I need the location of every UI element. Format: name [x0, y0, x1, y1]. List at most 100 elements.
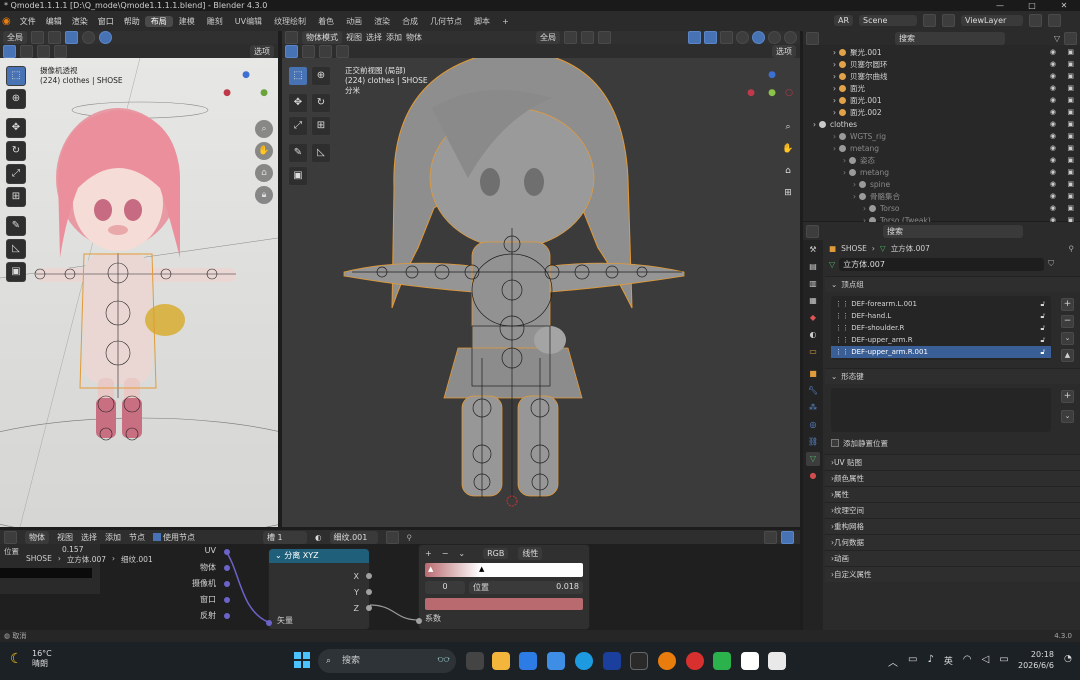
viewport-menu-select[interactable]: 选择: [366, 32, 382, 43]
main-3d-viewport[interactable]: 正交前视图 (局部) (224) clothes | SHOSE 分米 ⬚ ⊕ ✥…: [282, 58, 800, 527]
workspace-tab-modeling[interactable]: 建模: [173, 16, 201, 27]
lock-icon[interactable]: 🔓︎: [1040, 310, 1045, 322]
left-rotate-tool-icon[interactable]: ↻: [6, 141, 26, 161]
shading-solid-icon[interactable]: [752, 31, 765, 44]
color-ramp-gradient[interactable]: ▲ ▲: [425, 563, 583, 577]
lock-icon[interactable]: 🔓︎: [1040, 298, 1045, 310]
left-pivot-icon[interactable]: [31, 31, 44, 44]
photos-icon[interactable]: [547, 652, 565, 670]
visibility-eye-icon[interactable]: ◉: [1050, 48, 1056, 56]
collapse-arrow-icon[interactable]: ⌄: [831, 372, 837, 381]
modifier-tab-icon[interactable]: 🔧︎: [806, 384, 820, 398]
store-icon[interactable]: [519, 652, 537, 670]
render-camera-icon[interactable]: ▣: [1067, 108, 1074, 116]
outliner-editor-icon[interactable]: [806, 31, 819, 45]
pan-view-icon[interactable]: ✋: [779, 140, 797, 158]
vertex-group-item[interactable]: ⋮⋮ DEF-upper_arm.R 🔓︎: [831, 334, 1051, 346]
left-select-extend-icon[interactable]: [20, 44, 33, 58]
lock-icon[interactable]: 🔓︎: [1040, 334, 1045, 346]
vertex-group-item[interactable]: ⋮⋮ DEF-hand.L 🔓︎: [831, 310, 1051, 322]
add-rest-position-checkbox[interactable]: [831, 439, 839, 447]
expand-arrow-icon[interactable]: ›: [853, 192, 856, 201]
outliner-search-field[interactable]: 搜索: [895, 31, 1005, 45]
visibility-eye-icon[interactable]: ◉: [1050, 96, 1056, 104]
stop-color-swatch[interactable]: [425, 598, 583, 610]
tray-network-icon[interactable]: ◠: [963, 654, 972, 669]
new-view-layer-icon[interactable]: [1029, 14, 1043, 27]
expand-arrow-icon[interactable]: ›: [833, 60, 836, 69]
render-camera-icon[interactable]: ▣: [1067, 144, 1074, 152]
stop-position-field[interactable]: 位置 0.018: [469, 581, 583, 594]
texcoord-output-socket[interactable]: [224, 613, 230, 619]
shading-rendered-icon[interactable]: [784, 31, 797, 44]
mesh-name-field[interactable]: 立方体.007: [839, 257, 1045, 271]
expand-arrow-icon[interactable]: ›: [863, 204, 866, 213]
menu-file[interactable]: 文件: [15, 16, 41, 27]
workspace-tab-texture-paint[interactable]: 纹理绘制: [268, 16, 312, 27]
terminal-icon[interactable]: [630, 652, 648, 670]
visibility-eye-icon[interactable]: ◉: [1050, 132, 1056, 140]
material-duplicate-icon[interactable]: [385, 530, 399, 544]
interpolation-dropdown[interactable]: 线性: [518, 547, 543, 560]
material-tab-icon[interactable]: ●: [806, 469, 820, 483]
pivot-point-icon[interactable]: [564, 31, 577, 44]
texcoord-output-socket[interactable]: [224, 565, 230, 571]
tray-display-icon[interactable]: ▭: [908, 654, 917, 669]
gizmo-x-icon[interactable]: ●: [742, 84, 760, 102]
object-mode-dropdown[interactable]: 物体模式: [302, 31, 342, 44]
render-tab-icon[interactable]: ▤: [806, 260, 820, 274]
scene-selector[interactable]: Scene: [859, 15, 918, 26]
cursor-tool-icon[interactable]: ⊕: [311, 66, 331, 86]
tool-tab-icon[interactable]: ⚒: [806, 243, 820, 257]
move-up-icon[interactable]: ▲: [1061, 349, 1074, 362]
expand-arrow-icon[interactable]: ›: [833, 144, 836, 153]
workspace-tab-layout[interactable]: 布局: [144, 15, 173, 27]
left-cursor-tool-icon[interactable]: ⊕: [6, 89, 26, 109]
left-select-subtract-icon[interactable]: [37, 44, 50, 58]
color-mode-dropdown[interactable]: RGB: [483, 548, 509, 559]
select-subtract-icon[interactable]: [319, 44, 332, 58]
render-engine-dropdown[interactable]: AR: [834, 15, 854, 26]
visibility-eye-icon[interactable]: ◉: [1050, 192, 1056, 200]
render-camera-icon[interactable]: ▣: [1067, 84, 1074, 92]
material-pin-icon[interactable]: ⚲: [407, 533, 413, 542]
value-readout[interactable]: 0.157: [62, 545, 83, 554]
outliner-row[interactable]: › metang ◉ ▣: [803, 166, 1080, 178]
workspace-tab-sculpt[interactable]: 雕刻: [201, 16, 229, 27]
node-editor-type-icon[interactable]: [4, 530, 17, 544]
tray-volume-icon[interactable]: ◁: [982, 654, 990, 669]
fake-user-icon[interactable]: ⛉: [1048, 259, 1054, 269]
remove-vertex-group-icon[interactable]: −: [1061, 315, 1074, 328]
measure-tool-icon[interactable]: ◺: [311, 143, 331, 163]
render-camera-icon[interactable]: ▣: [1067, 96, 1074, 104]
app-icon[interactable]: [741, 652, 759, 670]
expand-arrow-icon[interactable]: ›: [853, 180, 856, 189]
select-box-icon[interactable]: [285, 44, 298, 58]
expand-arrow-icon[interactable]: ›: [833, 48, 836, 57]
gizmo-y-icon[interactable]: ●: [763, 84, 781, 102]
left-camera-icon[interactable]: ⌂: [255, 164, 273, 182]
left-move-tool-icon[interactable]: ✥: [6, 118, 26, 138]
output-tab-icon[interactable]: ▥: [806, 277, 820, 291]
outliner-row[interactable]: › spine ◉ ▣: [803, 178, 1080, 190]
tray-mic-icon[interactable]: ♪: [927, 654, 933, 669]
property-section[interactable]: › 重构网格: [825, 518, 1080, 534]
node-menu-view[interactable]: 视图: [57, 532, 73, 543]
properties-editor-icon[interactable]: [806, 224, 819, 238]
outliner-row[interactable]: › 贝塞尔曲线 ◉ ▣: [803, 70, 1080, 82]
render-camera-icon[interactable]: ▣: [1067, 192, 1074, 200]
menu-edit[interactable]: 编辑: [41, 16, 67, 27]
property-section[interactable]: › 属性: [825, 486, 1080, 502]
left-orientation-dropdown[interactable]: 全局: [3, 31, 27, 44]
left-scale-tool-icon[interactable]: ⤢: [6, 164, 26, 184]
visibility-eye-icon[interactable]: ◉: [1050, 168, 1056, 176]
show-gizmo-icon[interactable]: [688, 31, 701, 44]
ramp-menu-icon[interactable]: ⌄: [458, 549, 465, 558]
data-tab-icon[interactable]: ▽: [806, 452, 820, 466]
file-explorer-icon[interactable]: [492, 652, 510, 670]
start-menu-icon[interactable]: [294, 652, 310, 668]
texcoord-output-socket[interactable]: [224, 549, 230, 555]
visibility-eye-icon[interactable]: ◉: [1050, 72, 1056, 80]
weather-temperature[interactable]: 16°C: [32, 649, 52, 659]
outliner-row[interactable]: › 面光.001 ◉ ▣: [803, 94, 1080, 106]
